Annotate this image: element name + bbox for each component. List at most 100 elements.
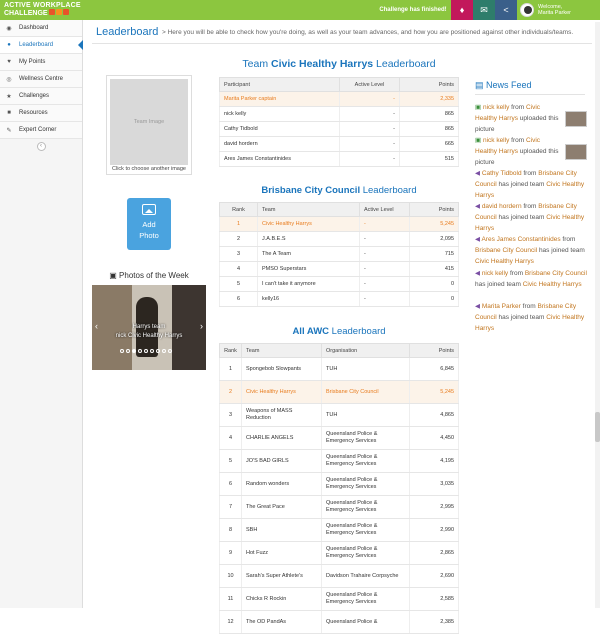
news-thumbnail[interactable]: [565, 111, 587, 127]
table-row[interactable]: 6 kelly16-0: [219, 291, 459, 307]
news-org-link[interactable]: Brisbane City Council: [525, 270, 587, 277]
table-row[interactable]: 11 Chicks R Rockin Queensland Police & Eme…: [219, 587, 459, 611]
photo-carousel[interactable]: Harrys team nick Civic Healthy Harrys ‹ …: [92, 285, 206, 370]
news-user-link[interactable]: Ares James Constantinides: [481, 236, 560, 243]
chevron-right-icon[interactable]: ›: [200, 321, 203, 331]
globe-icon: ◎: [6, 76, 12, 83]
table-row[interactable]: 4 CHARLIE ANGELS Queensland Police & Emerg…: [219, 426, 459, 450]
news-item[interactable]: ◀ nick kelly from Brisbane City Council …: [475, 268, 587, 290]
org-leaderboard-title: Brisbane City Council Leaderboard: [261, 185, 417, 196]
user-menu[interactable]: Welcome, Marita Parker: [518, 0, 600, 20]
table-row[interactable]: 6 Random wonders Queensland Police & Emerg…: [219, 472, 459, 496]
news-item[interactable]: ◀ Cathy Tidbold from Brisbane City Counc…: [475, 168, 587, 201]
user-name: Marita Parker: [538, 10, 572, 16]
page-subtitle: > Here you will be able to check how you…: [162, 29, 574, 36]
heart-icon: ♥: [7, 59, 11, 65]
dashboard-icon: ◉: [6, 25, 12, 32]
sidebar-item-leaderboard[interactable]: ● Leaderboard: [0, 37, 83, 54]
table-row[interactable]: Marita Parker captain -2,335: [219, 91, 459, 107]
notifications-button[interactable]: ♦: [451, 0, 473, 20]
avatar: [520, 3, 534, 17]
news-item[interactable]: ▣ nick kelly from Civic Healthy Harrys u…: [475, 135, 587, 168]
table-row[interactable]: 12 The OD PandAs Queensland Police & 2,385: [219, 610, 459, 634]
awc-leaderboard-table: Rank Team Organisation Points 1 Spongebob Sl…: [219, 343, 459, 634]
carousel-indicators[interactable]: [120, 349, 172, 353]
table-row[interactable]: 1 Spongebob Slowpants TUH 6,845: [219, 357, 459, 381]
org-leaderboard-table: Rank Team Active Level Points 1 Civic Health…: [219, 202, 459, 307]
chevron-left-icon[interactable]: ‹: [95, 321, 98, 331]
table-row[interactable]: 1 Civic Healthy Harrys -5,245: [219, 216, 459, 232]
add-photo-button[interactable]: Add Photo: [127, 198, 171, 250]
heart-logo-icon: [55, 9, 62, 15]
brand-line1: ACTIVE WORKPLACE: [4, 2, 81, 9]
megaphone-icon: ◀: [475, 270, 482, 277]
news-item[interactable]: ◀ Marita Parker from Brisbane City Counc…: [475, 301, 587, 334]
chevron-left-icon: ‹: [40, 143, 42, 149]
news-team-link[interactable]: Civic Healthy Harrys: [475, 258, 534, 265]
awc-leaderboard-title: All AWC Leaderboard: [292, 326, 386, 337]
sidebar-item-dashboard[interactable]: ◉ Dashboard: [0, 20, 82, 37]
newspaper-icon: ▤: [475, 80, 487, 90]
page-title: Leaderboard: [96, 26, 159, 38]
table-row[interactable]: 9 Hot Fuzz Queensland Police & Emergency S…: [219, 541, 459, 565]
table-row[interactable]: Cathy Tidbold -865: [219, 121, 459, 137]
messages-button[interactable]: ✉: [473, 0, 495, 20]
sidebar-item-resources[interactable]: ■ Resources: [0, 105, 82, 122]
table-row[interactable]: 2 Civic Healthy Harrys Brisbane City Counc…: [219, 380, 459, 404]
sidebar-item-my-points[interactable]: ♥ My Points: [0, 54, 82, 71]
table-row[interactable]: 7 The Great Pace Queensland Police & Emerg…: [219, 495, 459, 519]
news-user-link[interactable]: Cathy Tidbold: [482, 170, 522, 177]
brand-logo[interactable]: ACTIVE WORKPLACE CHALLENGE: [4, 2, 82, 18]
page-scrollbar[interactable]: [595, 22, 600, 608]
sidebar-collapse-button[interactable]: ‹: [36, 142, 46, 151]
sidebar-item-expert-corner[interactable]: ✎ Expert Corner: [0, 122, 82, 139]
table-row[interactable]: 5I can't take it anymore -0: [219, 276, 459, 292]
sidebar-item-challenges[interactable]: ★ Challenges: [0, 88, 82, 105]
users-icon: ●: [7, 42, 11, 48]
news-team-link[interactable]: Civic Healthy Harrys: [523, 281, 582, 288]
table-row[interactable]: nick kelly -865: [219, 106, 459, 122]
picture-icon: ▣: [475, 137, 483, 144]
team-image-caption[interactable]: Click to choose another image: [107, 166, 191, 172]
table-row[interactable]: 8 SBH Queensland Police & Emergency Servic…: [219, 518, 459, 542]
table-row[interactable]: david hordern -665: [219, 136, 459, 152]
brand-line2: CHALLENGE: [4, 10, 48, 17]
news-feed-title: ▤ News Feed: [475, 80, 532, 90]
challenge-status: Challenge has finished!: [379, 7, 447, 13]
table-row[interactable]: 4 PMSO Superstars -415: [219, 261, 459, 277]
news-item[interactable]: ◀ Ares James Constantinides from Brisban…: [475, 234, 587, 267]
news-user-link[interactable]: nick kelly: [483, 137, 509, 144]
team-image-card[interactable]: Team Image Click to choose another image: [106, 75, 192, 175]
news-user-link[interactable]: Marita Parker: [482, 303, 521, 310]
news-thumbnail[interactable]: [565, 144, 587, 160]
news-item[interactable]: ◀ david hordern from Brisbane City Counc…: [475, 201, 587, 234]
news-user-link[interactable]: david hordern: [482, 203, 522, 210]
carousel-caption: Harrys team nick Civic Healthy Harrys: [115, 324, 183, 339]
news-user-link[interactable]: nick kelly: [483, 104, 509, 111]
table-row[interactable]: 3 The A Team -715: [219, 246, 459, 262]
table-row[interactable]: Ares James Constantinides -515: [219, 151, 459, 167]
table-row[interactable]: 3 Weapons of MASS Reduction TUH 4,865: [219, 403, 459, 427]
envelope-icon: ✉: [480, 4, 488, 15]
divider: [475, 94, 585, 95]
heart-logo-icon: [48, 9, 55, 15]
pencil-icon: ✎: [6, 127, 12, 134]
picture-icon: ▣: [475, 104, 483, 111]
team-leaderboard-title: Team Civic Healthy Harrys Leaderboard: [242, 58, 436, 70]
megaphone-icon: ◀: [475, 203, 482, 210]
table-row[interactable]: 5 JO'S BAD GIRLS Queensland Police & Emerg…: [219, 449, 459, 473]
picture-icon: ▣: [109, 271, 120, 280]
megaphone-icon: ◀: [475, 170, 482, 177]
picture-icon: [142, 204, 156, 215]
sidebar-item-wellness-centre[interactable]: ◎ Wellness Centre: [0, 71, 82, 88]
table-row[interactable]: 10 Sarah's Super Athlete's Davidson Trahai…: [219, 564, 459, 588]
share-button[interactable]: <: [495, 0, 517, 20]
table-row[interactable]: 2 J.A.B.E.S -2,095: [219, 231, 459, 247]
trophy-icon: ★: [6, 93, 12, 100]
news-org-link[interactable]: Brisbane City Council: [475, 247, 537, 254]
news-user-link[interactable]: nick kelly: [482, 270, 508, 277]
team-leaderboard-table: Participant Active Level Points Marita Par…: [219, 77, 459, 167]
folder-icon: ■: [7, 110, 11, 116]
team-image[interactable]: Team Image: [110, 79, 188, 165]
news-item[interactable]: ▣ nick kelly from Civic Healthy Harrys u…: [475, 102, 587, 135]
